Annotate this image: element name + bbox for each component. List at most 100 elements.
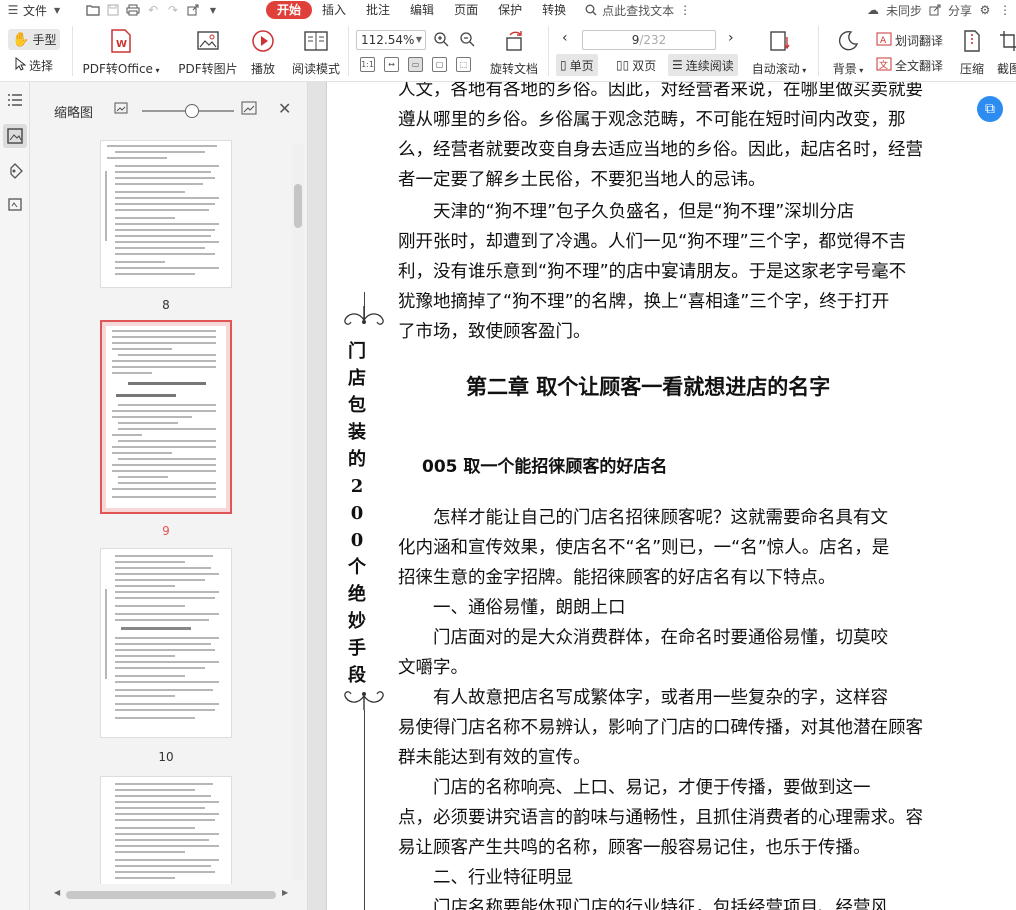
scrollbar-thumb[interactable] (294, 184, 302, 228)
dropdown-arrow-icon: ▾ (152, 66, 160, 75)
tab-insert[interactable]: 插入 (312, 1, 356, 19)
continuous-read-button[interactable]: ☰ 连续阅读 (668, 54, 738, 76)
fit-width-icon[interactable]: ↔ (384, 57, 399, 72)
print-icon[interactable] (126, 3, 140, 17)
single-page-icon: ▯ (560, 58, 567, 72)
select-tool-button[interactable]: 选择 (14, 56, 53, 74)
crop-button[interactable]: 截图 (996, 28, 1016, 77)
file-menu[interactable]: ☰ 文件 ▼ (0, 2, 80, 19)
document-viewport[interactable]: 门 店 包 装 的 2 0 0 个 绝 妙 手 段 人文，各地有各地的乡俗。因此… (308, 82, 1016, 910)
sync-status[interactable]: 未同步 (886, 2, 922, 19)
open-folder-icon[interactable] (86, 3, 100, 17)
paragraph-line: 刚开张时，却遭到了冷遇。人们一见“狗不理”三个字，都觉得不吉 (398, 232, 907, 252)
ribbon-tabs: 开始 插入 批注 编辑 页面 保护 转换 (266, 1, 576, 19)
zoom-value: 112.54% (361, 33, 415, 47)
tab-edit[interactable]: 编辑 (400, 1, 444, 19)
hand-tool-button[interactable]: ✋ 手型 (8, 29, 61, 50)
thumbnail-page-number: 10 (158, 750, 174, 764)
export-icon[interactable] (186, 3, 200, 17)
select-area-icon[interactable]: ⬚ (456, 57, 471, 72)
more-icon[interactable]: ⋮ (998, 3, 1012, 17)
thumbnail-vertical-scrollbar[interactable] (292, 144, 304, 880)
chevron-down-icon: ▼ (415, 35, 422, 44)
play-icon (250, 28, 276, 54)
thumbnail-horizontal-scrollbar[interactable]: ◀ ▶ (54, 888, 290, 900)
outline-icon[interactable] (6, 91, 24, 109)
compress-button[interactable]: 压缩 (958, 28, 986, 77)
full-translate-label: 全文翻译 (895, 59, 944, 73)
thumbnail-page-8[interactable] (100, 140, 232, 288)
tab-home[interactable]: 开始 (266, 1, 313, 19)
auto-scroll-label: 自动滚动 ▾ (751, 62, 807, 76)
zoom-select[interactable]: 112.54% ▼ (356, 30, 426, 50)
previous-page-button[interactable]: ‹ (562, 30, 568, 46)
tab-page[interactable]: 页面 (444, 1, 488, 19)
slider-handle[interactable] (185, 104, 199, 118)
pdf-to-image-icon (195, 28, 221, 54)
fit-page-icon[interactable]: ▭ (408, 57, 423, 72)
tab-comment[interactable]: 批注 (356, 1, 400, 19)
text-search[interactable]: 点此查找文本 ⋮ (584, 2, 692, 19)
close-icon[interactable]: ✕ (278, 99, 291, 118)
full-translate-button[interactable]: 文 全文翻译 (876, 57, 943, 74)
zoom-out-button[interactable] (460, 32, 475, 47)
paragraph-line: 人文，各地有各地的乡俗。因此，对经营者来说，在哪里做买卖就要 (398, 82, 923, 100)
zoom-in-button[interactable] (434, 32, 449, 47)
small-thumbnail-icon[interactable] (114, 102, 128, 117)
annotation-icon[interactable] (6, 196, 24, 214)
title-char: 包 (348, 395, 366, 416)
menubar-right: ☁ 未同步 分享 ⚙ ⋮ (866, 0, 1016, 20)
double-page-label: 双页 (632, 58, 657, 73)
cursor-icon (14, 56, 27, 74)
total-pages: /232 (639, 33, 667, 47)
single-page-button[interactable]: ▯ 单页 (556, 54, 598, 76)
double-page-button[interactable]: ▯▯ 双页 (612, 54, 660, 76)
full-translate-icon: 文 (876, 57, 892, 74)
background-label: 背景 ▾ (832, 62, 864, 76)
crop-icon (996, 28, 1016, 54)
background-button[interactable]: 背景 ▾ (830, 28, 866, 77)
auto-scroll-icon (766, 28, 792, 54)
fit-visible-icon[interactable]: ▢ (432, 57, 447, 72)
title-char: 门 (348, 341, 366, 362)
read-mode-button[interactable]: 阅读模式 (292, 28, 340, 77)
ornament-top-icon (339, 304, 389, 331)
page-number-input[interactable]: 9/232 (582, 30, 716, 50)
pdf-to-image-button[interactable]: PDF转图片 (176, 28, 240, 77)
more-vertical-icon[interactable]: ⋮ (678, 3, 692, 17)
play-button[interactable]: 播放 (248, 28, 278, 77)
large-thumbnail-icon[interactable] (241, 101, 257, 118)
floating-tool-button[interactable]: ⧉ (977, 96, 1003, 122)
hand-tool-label: 手型 (32, 33, 57, 47)
next-page-button[interactable]: › (728, 30, 734, 46)
book-icon (303, 28, 329, 54)
svg-text:W: W (116, 39, 127, 50)
document-page: 门 店 包 装 的 2 0 0 个 绝 妙 手 段 人文，各地有各地的乡俗。因此… (326, 82, 1016, 910)
rotate-document-button[interactable]: 旋转文档 (490, 28, 538, 77)
continuous-label: 连续阅读 (685, 58, 734, 73)
redo-icon[interactable]: ↷ (166, 3, 180, 17)
share-button[interactable]: 分享 (948, 2, 972, 19)
customize-dropdown-icon[interactable]: ▼ (206, 3, 220, 17)
thumbnail-page-9[interactable] (100, 320, 232, 514)
tab-convert[interactable]: 转换 (532, 1, 576, 19)
chevron-right-icon: › (728, 30, 734, 46)
scroll-right-icon[interactable]: ▶ (282, 888, 288, 897)
save-icon[interactable] (106, 3, 120, 17)
thumbnail-page-11[interactable] (100, 776, 232, 884)
actual-size-icon[interactable]: 1:1 (360, 57, 375, 72)
chevron-down-icon: ▼ (53, 5, 61, 15)
word-translate-button[interactable]: A 划词翻译 (876, 32, 943, 49)
thumbnail-page-10[interactable] (100, 548, 232, 738)
bookmark-icon[interactable] (6, 162, 24, 180)
pdf-to-office-button[interactable]: W PDF转Office ▾ (83, 28, 160, 77)
auto-scroll-button[interactable]: 自动滚动 ▾ (751, 28, 807, 77)
paragraph-line: 易让顾客产生共鸣的名称，顾客一般容易记住，也乐于传播。 (398, 838, 871, 858)
scrollbar-thumb[interactable] (66, 891, 276, 899)
settings-icon[interactable]: ⚙ (978, 3, 992, 17)
scroll-left-icon[interactable]: ◀ (54, 888, 60, 897)
tab-protect[interactable]: 保护 (488, 1, 532, 19)
undo-icon[interactable]: ↶ (146, 3, 160, 17)
thumbnail-icon[interactable] (3, 124, 27, 148)
paragraph-line: 利，没有谁乐意到“狗不理”的店中宴请朋友。于是这家老字号毫不 (398, 262, 907, 282)
